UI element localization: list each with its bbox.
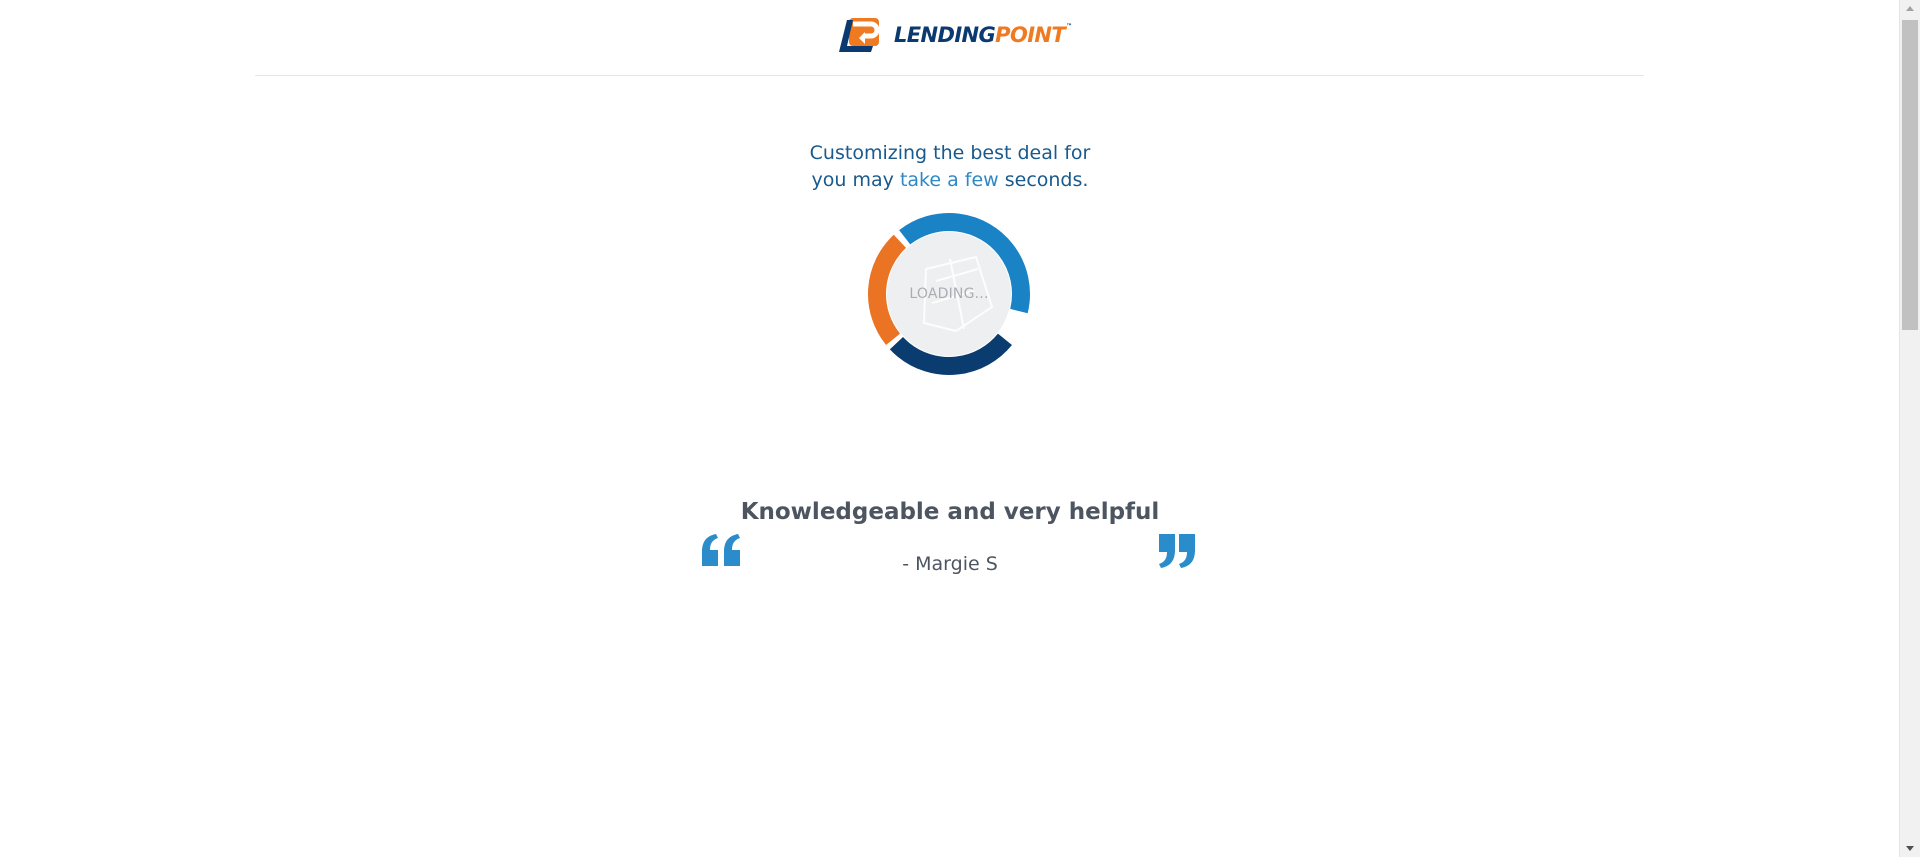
- brand-wordmark: LENDINGPOINT™: [894, 23, 1072, 47]
- brand-name-part2: POINT: [995, 23, 1066, 47]
- loading-message-line2: you may take a few seconds.: [700, 167, 1200, 194]
- scroll-up-arrow-icon[interactable]: [1900, 0, 1920, 17]
- scrollbar-thumb[interactable]: [1902, 20, 1918, 330]
- loading-message-line1: Customizing the best deal for: [809, 142, 1091, 164]
- message-line2-end: seconds.: [998, 169, 1089, 191]
- brand-logo[interactable]: LENDINGPOINT™: [839, 16, 1072, 56]
- scroll-down-arrow-icon[interactable]: [1900, 840, 1920, 857]
- loading-label: LOADING...: [909, 286, 989, 302]
- trademark-symbol: ™: [1066, 23, 1072, 30]
- brand-name-part1: LENDING: [894, 23, 996, 47]
- message-line2-start: you may: [811, 169, 900, 191]
- testimonial-quote: Knowledgeable and very helpful: [740, 499, 1160, 525]
- vertical-scrollbar[interactable]: [1899, 0, 1920, 857]
- header: LENDINGPOINT™: [255, 0, 1644, 76]
- close-quote-icon: [1159, 534, 1195, 568]
- message-highlight: take a few: [899, 169, 999, 191]
- open-quote-icon: [702, 534, 740, 566]
- loading-message: Customizing the best deal for you may ta…: [700, 140, 1200, 194]
- page: LENDINGPOINT™ Customizing the best deal …: [0, 0, 1899, 857]
- lendingpoint-logo-icon: [839, 18, 880, 52]
